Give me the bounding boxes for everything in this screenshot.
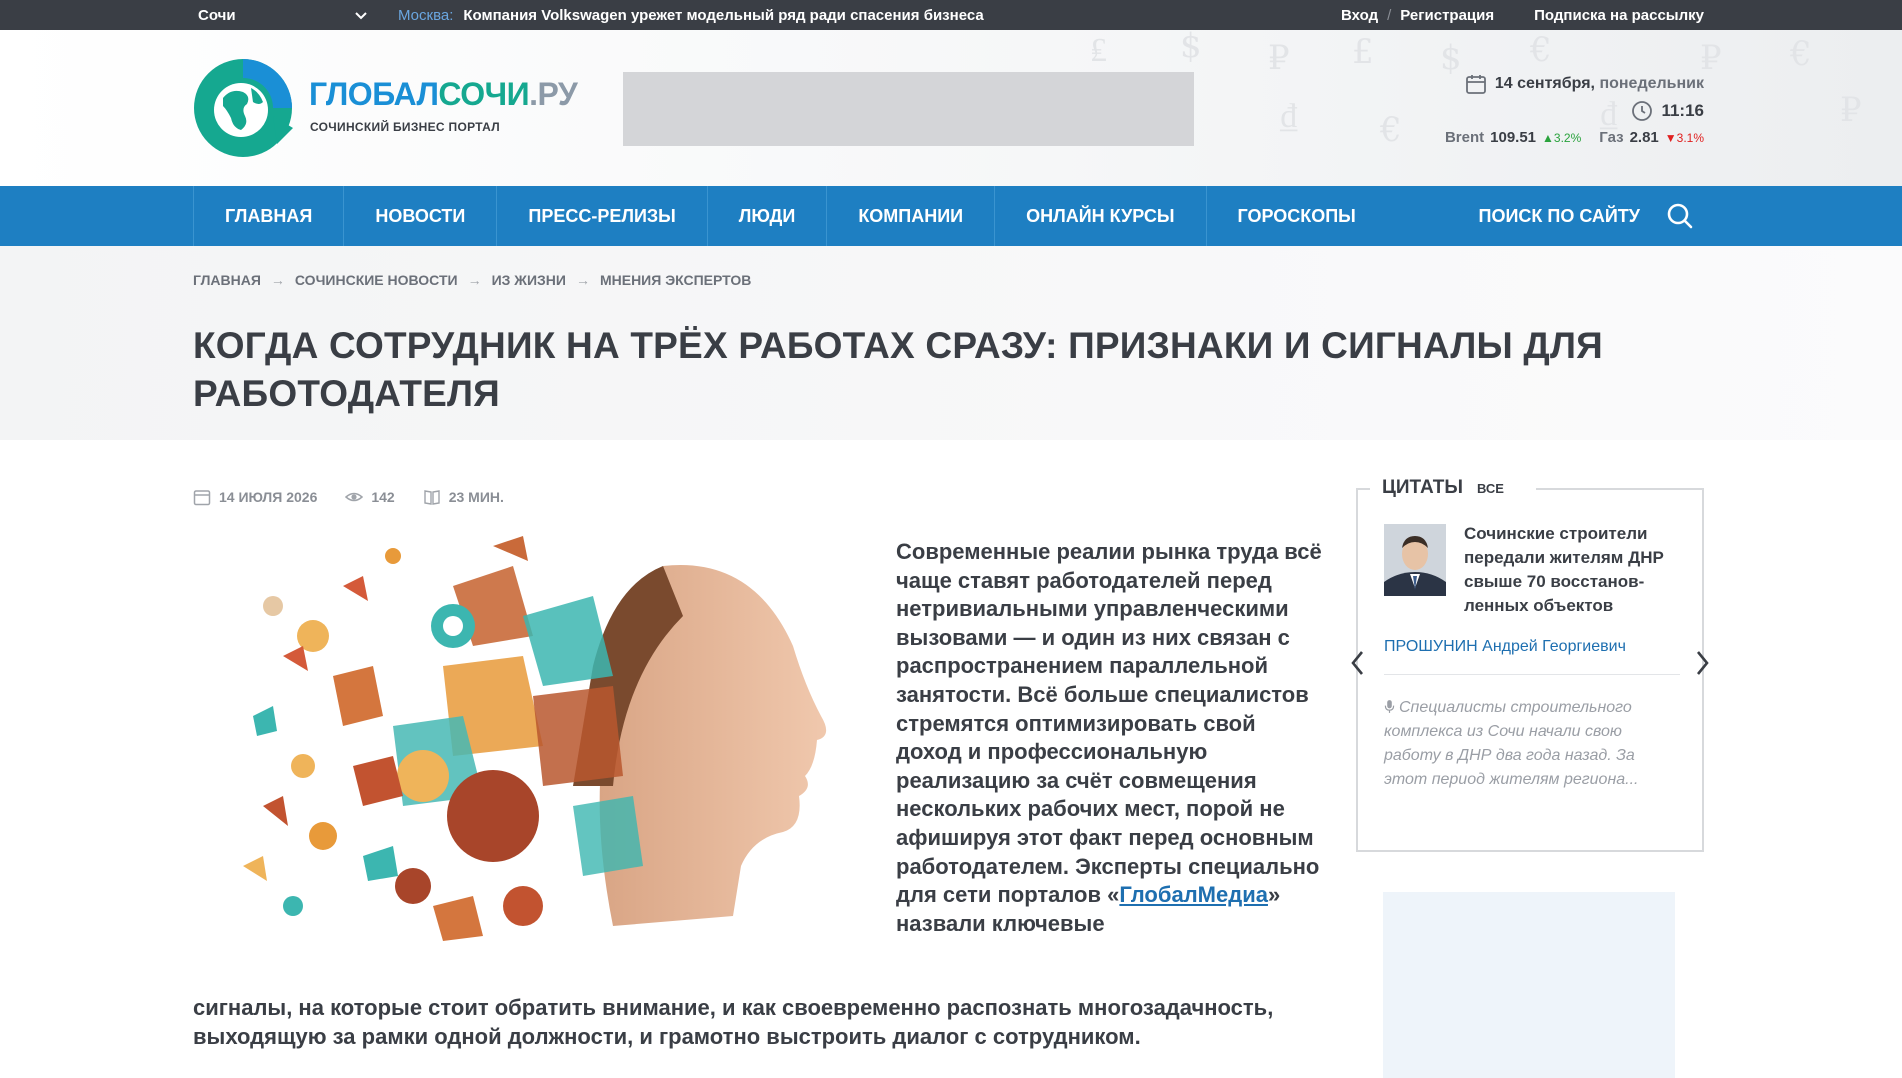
breadcrumb-item-life[interactable]: ИЗ ЖИЗНИ [492,272,566,288]
news-ticker[interactable]: Москва: Компания Volkswagen урежет модел… [398,0,984,30]
header-info: 14 сентября, понедельник 11:16 Brent 109… [1445,70,1704,151]
quotes-widget: ЦИТАТЫ ВСЕ Сочинские строители передали … [1351,477,1709,852]
gas-value: 2.81 [1629,129,1659,146]
quotes-header: ЦИТАТЫ ВСЕ [1382,477,1510,499]
nav-item-horoscopes[interactable]: ГОРОСКОПЫ [1205,186,1387,246]
ticker-text[interactable]: Компания Volkswagen урежет модельный ряд… [463,7,983,24]
nav-items: ГЛАВНАЯ НОВОСТИ ПРЕСС-РЕЛИЗЫ ЛЮДИ КОМПАН… [193,186,1387,246]
calendar-icon [193,490,211,506]
logo-text-part2: СОЧИ [438,76,530,112]
quote-divider [1384,674,1680,675]
title-area: ГЛАВНАЯ → СОЧИНСКИЕ НОВОСТИ → ИЗ ЖИЗНИ →… [0,246,1902,440]
bg-decor: ₽ [1840,90,1862,130]
logo-text-part3: .РУ [529,76,578,112]
globe-logo-icon [194,59,293,157]
gas-label: Газ [1599,129,1624,146]
page-title: КОГДА СОТРУДНИК НА ТРЁХ РАБОТАХ СРАЗУ: П… [193,325,1603,414]
breadcrumb-item-sochi-news[interactable]: СОЧИНСКИЕ НОВОСТИ [295,272,458,288]
brent-label: Brent [1444,129,1485,146]
globalmedia-link[interactable]: ГлобалМедиа [1119,882,1268,907]
article-meta: 14 ИЮЛЯ 2026 142 23 МИН. [193,488,532,506]
quote-author[interactable]: ПРОШУНИН Андрей Георгиевич [1384,638,1626,656]
site-logo[interactable]: ГЛОБАЛСОЧИ.РУ СОЧИНСКИЙ БИЗНЕС ПОРТАЛ [193,58,578,158]
nav-item-people[interactable]: ЛЮДИ [706,186,827,246]
bg-decor: ₽ [1268,38,1290,78]
quotes-all-link[interactable]: ВСЕ [1477,481,1504,496]
bg-decor: € [1530,30,1552,70]
nav-item-news[interactable]: НОВОСТИ [343,186,496,246]
header-ad-banner[interactable] [623,72,1194,146]
bg-decor: $ [1180,30,1202,66]
gas-change: ▼3.1% [1664,130,1704,145]
ticker-label: Москва: [398,6,454,24]
nav-item-press-releases[interactable]: ПРЕСС-РЕЛИЗЫ [496,186,706,246]
meta-read-time: 23 МИН. [423,488,504,506]
bg-decor: € [1790,34,1812,74]
subscribe-link[interactable]: Подписка на рассылку [1534,7,1704,24]
breadcrumb-arrow: → [270,272,285,288]
breadcrumb: ГЛАВНАЯ → СОЧИНСКИЕ НОВОСТИ → ИЗ ЖИЗНИ →… [193,272,751,288]
bg-decor: € [1380,110,1402,150]
chevron-right-icon[interactable] [1692,648,1712,678]
nav-item-online-courses[interactable]: ОНЛАЙН КУРСЫ [994,186,1205,246]
meta-views: 142 [345,488,395,506]
main-nav: ГЛАВНАЯ НОВОСТИ ПРЕСС-РЕЛИЗЫ ЛЮДИ КОМПАН… [0,186,1902,246]
widget-border [1356,488,1370,490]
breadcrumb-item-expert-opinions[interactable]: МНЕНИЯ ЭКСПЕРТОВ [600,272,751,288]
bg-decor: £ [1352,32,1374,72]
city-selector[interactable]: Сочи [198,0,368,30]
chevron-down-icon [355,12,367,20]
book-icon [424,490,440,505]
breadcrumb-item-home[interactable]: ГЛАВНАЯ [193,272,261,288]
read-time: 23 МИН. [448,489,504,505]
time-row: 11:16 [1445,97,1704,124]
search-label: ПОИСК ПО САЙТУ [1478,205,1640,226]
market-quotes: Brent 109.51 ▲3.2% Газ 2.81 ▼3.1% [1445,124,1704,151]
quotes-heading: ЦИТАТЫ [1382,477,1463,498]
sidebar-ad-banner[interactable] [1383,892,1675,1078]
brent-change: ▲3.2% [1542,130,1582,145]
quote-title[interactable]: Сочинские строители передали жителям ДНР… [1464,522,1684,618]
logo-tagline: СОЧИНСКИЙ БИЗНЕС ПОРТАЛ [310,120,500,134]
meta-date: 14 ИЮЛЯ 2026 [193,488,317,506]
publish-date: 14 ИЮЛЯ 2026 [219,489,318,505]
microphone-icon [1384,700,1395,713]
calendar-icon [1465,74,1486,94]
quote-text-body: Специалисты строительного комплекса из С… [1384,699,1639,788]
view-count: 142 [371,489,395,505]
current-time: 11:16 [1661,100,1704,120]
login-link[interactable]: Вход [1341,7,1378,24]
date-row: 14 сентября, понедельник [1445,70,1704,97]
brent-value: 109.51 [1490,129,1537,146]
current-date: 14 сентября, [1494,74,1595,92]
city-label: Сочи [198,6,236,24]
current-weekday: понедельник [1599,74,1704,92]
widget-border [1536,488,1704,490]
user-links: Вход / Регистрация Подписка на рассылку [1341,0,1704,30]
clock-icon [1632,100,1653,121]
article-image [193,526,873,956]
article-lead-continued: сигналы, на которые стоит обратить внима… [193,995,1274,1049]
bg-decor: ₫ [1280,96,1298,136]
breadcrumb-arrow: → [467,272,482,288]
register-link[interactable]: Регистрация [1400,7,1494,24]
eye-icon [345,492,364,502]
bg-decor: ₤ [1090,30,1107,70]
chevron-left-icon[interactable] [1348,648,1368,678]
nav-item-companies[interactable]: КОМПАНИИ [826,186,994,246]
site-header: ₤ $ ₽ £ $ € ₫ ₽ € ₽ ₫ € ГЛОБАЛСОЧИ.РУ СО… [0,30,1902,186]
lead-text-part1: Современные реалии рынка труда всё чаще … [896,539,1322,908]
site-search[interactable]: ПОИСК ПО САЙТУ [1479,186,1694,246]
author-photo[interactable] [1384,524,1446,596]
links-separator: / [1387,6,1392,24]
top-bar: Сочи Москва: Компания Volkswagen урежет … [0,0,1902,30]
logo-text-part1: ГЛОБАЛ [309,76,439,112]
article-lead: Современные реалии рынка труда всё чаще … [896,538,1326,938]
quote-text: Специалисты строительного комплекса из С… [1384,696,1664,792]
nav-item-home[interactable]: ГЛАВНАЯ [193,186,343,246]
breadcrumb-arrow: → [575,272,590,288]
search-icon[interactable] [1666,202,1694,230]
logo-text: ГЛОБАЛСОЧИ.РУ [309,76,578,113]
